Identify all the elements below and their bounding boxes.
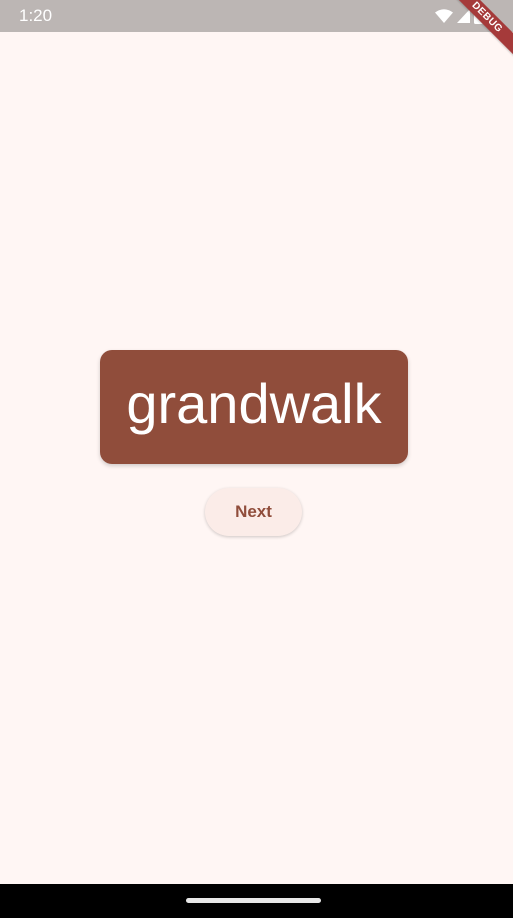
status-bar: 1:20 [0,0,513,32]
status-time: 1:20 [19,6,53,25]
wifi-icon [435,9,453,23]
word-text: grandwalk [126,372,382,435]
app-screen: 1:20 DEBUG grandwalk Next [0,0,513,918]
navigation-bar [0,884,513,918]
home-gesture-handle[interactable] [186,898,321,903]
next-button[interactable]: Next [205,488,302,536]
cellular-signal-icon [457,9,470,23]
word-card: grandwalk [100,350,408,464]
